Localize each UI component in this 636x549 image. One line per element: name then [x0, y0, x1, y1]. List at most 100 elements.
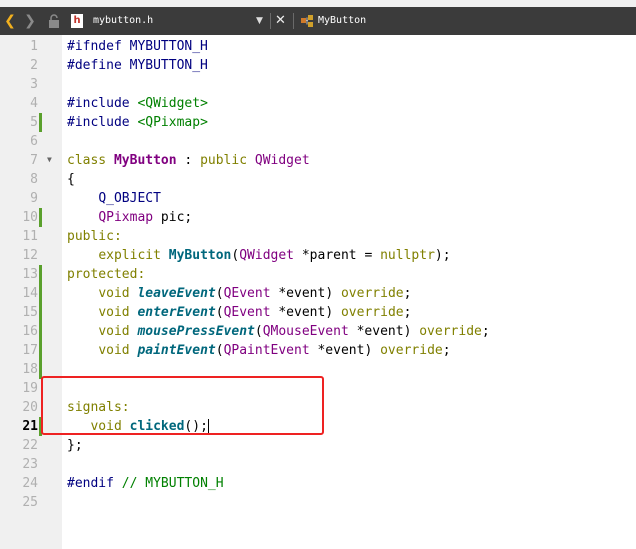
code-token: void	[98, 343, 138, 358]
code-token: QPixmap	[98, 210, 154, 225]
modified-line-marker	[39, 341, 42, 360]
code-line[interactable]: 13 protected:	[0, 265, 636, 284]
code-line[interactable]: 6	[0, 132, 636, 151]
line-number: 18	[22, 362, 38, 377]
code-token: ;	[403, 305, 412, 320]
forward-arrow-icon[interactable]: ❯	[22, 11, 38, 31]
class-symbol-icon	[301, 15, 313, 27]
code-line[interactable]: 24 #endif // MYBUTTON_H	[0, 474, 636, 493]
code-line[interactable]: 25	[0, 493, 636, 512]
code-line[interactable]: 15 void enterEvent(QEvent *event) overri…	[0, 303, 636, 322]
code-line[interactable]: 9 Q_OBJECT	[0, 189, 636, 208]
code-token: <QWidget>	[137, 96, 208, 111]
line-number: 9	[30, 191, 38, 206]
code-token: void	[98, 286, 138, 301]
code-line[interactable]: 7 ▼ class MyButton : public QWidget	[0, 151, 636, 170]
code-token: *event)	[270, 286, 341, 301]
code-token: *event)	[309, 343, 381, 358]
code-line[interactable]: 3	[0, 75, 636, 94]
code-line[interactable]: 8{	[0, 170, 636, 189]
code-line[interactable]: 5 #include <QPixmap>	[0, 113, 636, 132]
code-line[interactable]: 23	[0, 455, 636, 474]
code-text: {	[67, 170, 75, 189]
code-token: *event)	[270, 305, 341, 320]
line-number: 4	[30, 96, 38, 111]
code-text: #include <QWidget>	[67, 94, 208, 113]
code-line[interactable]: 17 void paintEvent(QPaintEvent *event) o…	[0, 341, 636, 360]
open-document-name[interactable]: mybutton.h	[93, 14, 153, 28]
code-line[interactable]: 10 QPixmap pic;	[0, 208, 636, 227]
code-token: paintEvent	[137, 343, 216, 358]
code-token: leaveEvent	[137, 286, 216, 301]
code-line[interactable]: 2 #define MYBUTTON_H	[0, 56, 636, 75]
code-line[interactable]: 11 public:	[0, 227, 636, 246]
code-text: };	[67, 436, 83, 455]
code-text: void enterEvent(QEvent *event) override;	[67, 303, 411, 322]
code-line[interactable]: 12 explicit MyButton(QWidget *parent = n…	[0, 246, 636, 265]
line-number: 15	[22, 305, 38, 320]
code-token: QWidget	[239, 248, 295, 263]
code-token: Q_OBJECT	[98, 191, 161, 206]
code-token: (	[215, 286, 224, 301]
code-token: :	[176, 153, 201, 168]
line-number: 5	[30, 115, 38, 130]
code-token: {	[67, 172, 75, 187]
fold-toggle-icon[interactable]: ▼	[47, 155, 52, 165]
code-line[interactable]: 16 void mousePressEvent(QMouseEvent *eve…	[0, 322, 636, 341]
header-file-icon: h	[71, 14, 83, 28]
code-line[interactable]: 14 void leaveEvent(QEvent *event) overri…	[0, 284, 636, 303]
code-token: #include	[67, 96, 138, 111]
code-text: QPixmap pic;	[67, 208, 192, 227]
current-symbol-selector[interactable]: MyButton	[318, 14, 366, 28]
code-token: override	[380, 343, 443, 358]
modified-line-marker	[39, 303, 42, 322]
line-number: 22	[22, 438, 38, 453]
code-token: enterEvent	[137, 305, 216, 320]
code-line[interactable]: 4 #include <QWidget>	[0, 94, 636, 113]
code-token: ;	[481, 324, 490, 339]
code-line[interactable]: 1 #ifndef MYBUTTON_H	[0, 37, 636, 56]
code-token: *parent =	[294, 248, 381, 263]
toolbar-divider	[270, 13, 271, 29]
code-line[interactable]: 22};	[0, 436, 636, 455]
line-number: 3	[30, 77, 38, 92]
code-token: nullptr	[380, 248, 435, 263]
code-text: class MyButton : public QWidget	[67, 151, 310, 170]
line-number: 17	[22, 343, 38, 358]
close-document-icon[interactable]: ✕	[275, 13, 286, 29]
lock-icon[interactable]	[48, 14, 60, 28]
line-number: 16	[22, 324, 38, 339]
code-token: ;	[442, 343, 451, 358]
code-token: override	[419, 324, 482, 339]
modified-line-marker	[39, 322, 42, 341]
code-text: #define MYBUTTON_H	[67, 56, 208, 75]
code-token: QEvent	[223, 305, 271, 320]
code-token: #ifndef MYBUTTON_H	[67, 39, 208, 54]
line-number: 7	[30, 153, 38, 168]
document-dropdown-icon[interactable]: ▼	[256, 14, 263, 28]
code-token: (	[215, 305, 224, 320]
code-token: pic;	[153, 210, 193, 225]
code-token: public	[200, 153, 255, 168]
line-number: 10	[22, 210, 38, 225]
code-token: ;	[403, 286, 412, 301]
code-token: <QPixmap>	[137, 115, 208, 130]
code-token: void	[98, 324, 138, 339]
back-arrow-icon[interactable]: ❮	[2, 11, 18, 31]
code-text: explicit MyButton(QWidget *parent = null…	[67, 246, 451, 265]
editor-toolbar: ❮ ❯ h mybutton.h ▼ ✕ MyButton	[0, 7, 636, 35]
code-token: );	[434, 248, 451, 263]
code-token: QMouseEvent	[262, 324, 349, 339]
code-token: MyButton	[113, 153, 177, 168]
code-text: Q_OBJECT	[67, 189, 161, 208]
code-token: #define MYBUTTON_H	[67, 58, 208, 73]
code-token: QPaintEvent	[223, 343, 310, 358]
line-number: 19	[22, 381, 38, 396]
line-number: 8	[30, 172, 38, 187]
code-text: void mousePressEvent(QMouseEvent *event)…	[67, 322, 490, 341]
toolbar-divider	[293, 13, 294, 29]
